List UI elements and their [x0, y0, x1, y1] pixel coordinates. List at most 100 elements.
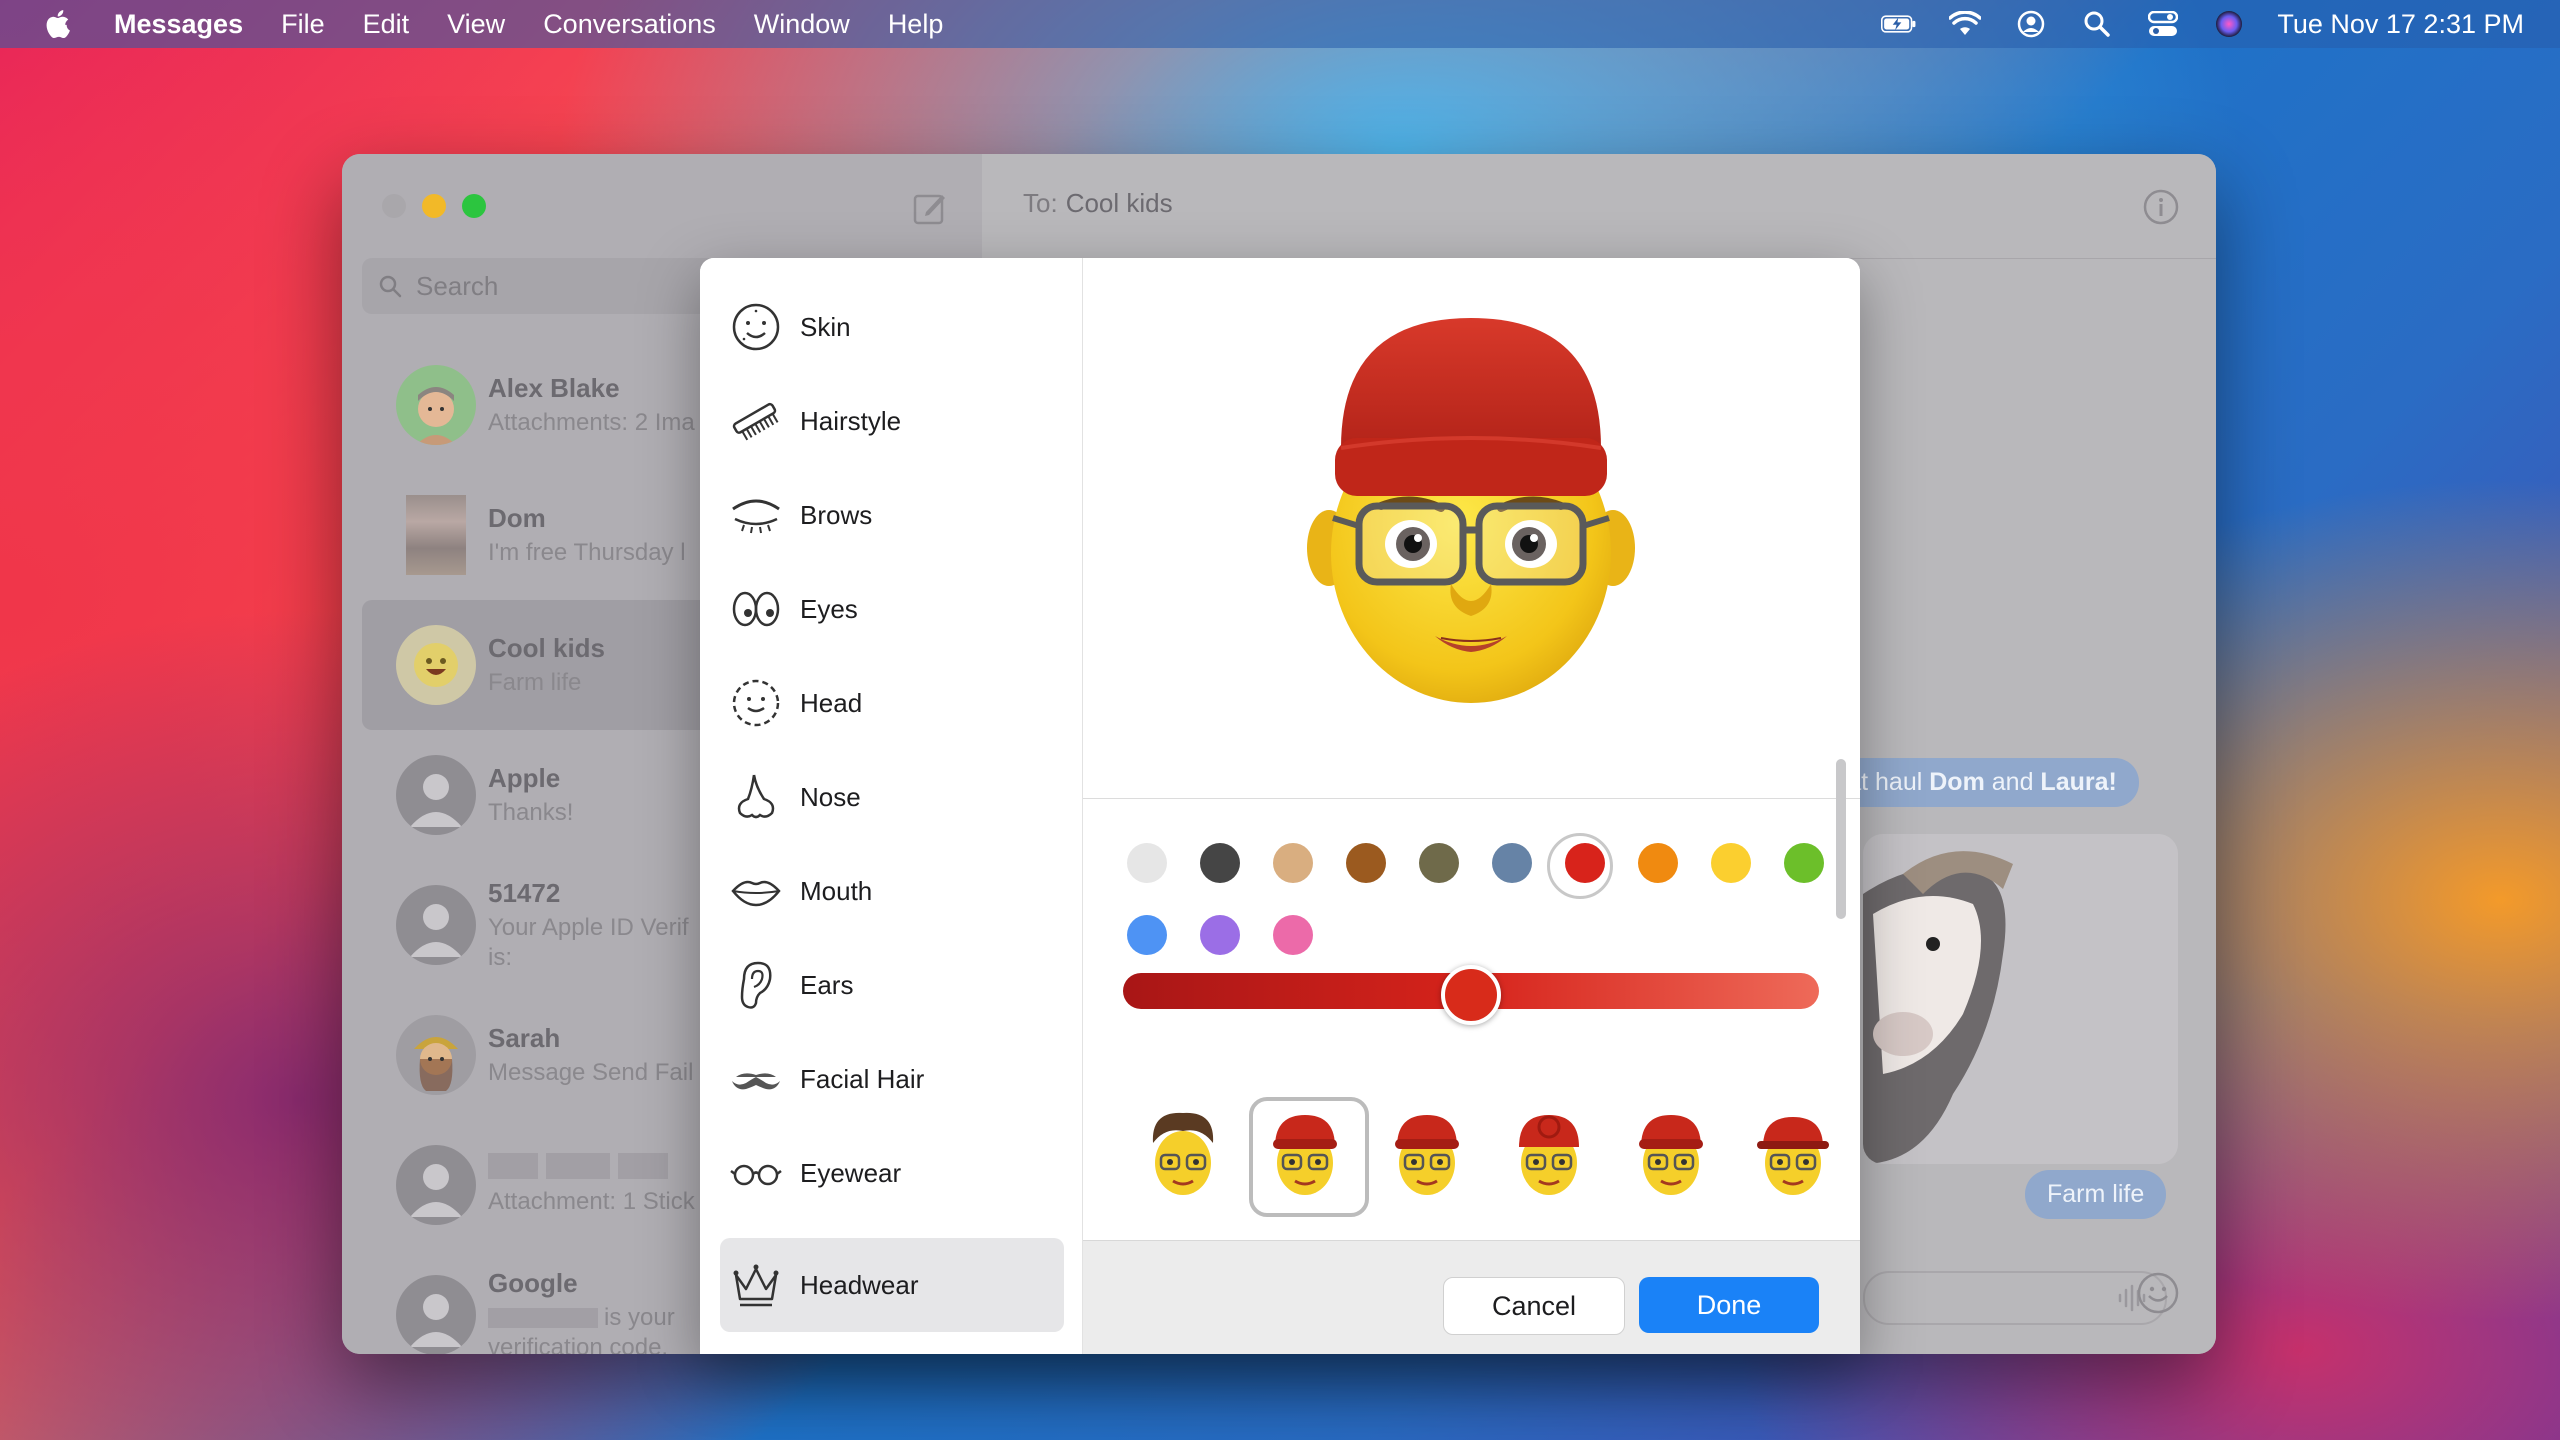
color-swatch[interactable]	[1784, 843, 1824, 883]
compose-icon[interactable]	[912, 190, 948, 226]
color-swatch[interactable]	[1419, 843, 1459, 883]
conversation-preview: Thanks!	[488, 798, 574, 826]
headwear-thumbnail	[1273, 1115, 1337, 1195]
mention-dom: Dom	[1929, 768, 1985, 796]
category-skin[interactable]: Skin	[720, 280, 1064, 374]
menu-app-name[interactable]: Messages	[114, 9, 243, 40]
category-eyes[interactable]: Eyes	[720, 562, 1064, 656]
ear-icon	[730, 959, 782, 1011]
headwear-option[interactable]	[1131, 1101, 1235, 1205]
menu-file[interactable]: File	[281, 9, 325, 40]
color-swatch[interactable]	[1200, 843, 1240, 883]
color-swatch[interactable]	[1492, 843, 1532, 883]
headwear-thumbnail	[1757, 1117, 1829, 1195]
menu-edit[interactable]: Edit	[363, 9, 410, 40]
category-brows[interactable]: Brows	[720, 468, 1064, 562]
conversation-preview: I'm free Thursday l	[488, 538, 686, 566]
color-swatch[interactable]	[1273, 843, 1313, 883]
category-mouth[interactable]: Mouth	[720, 844, 1064, 938]
mention-laura: Laura!	[2040, 768, 2117, 796]
category-headwear[interactable]: Headwear	[720, 1238, 1064, 1332]
memoji-editor: Skin Hairstyle Brows Eyes Head Nose Mout…	[700, 258, 1860, 1354]
color-swatch[interactable]	[1200, 915, 1240, 955]
apple-logo-icon[interactable]	[42, 7, 76, 41]
headwear-option-selected[interactable]	[1249, 1097, 1369, 1217]
cow-photo	[1863, 834, 2178, 1164]
battery-charging-icon[interactable]	[1881, 8, 1917, 40]
color-swatch[interactable]	[1127, 843, 1167, 883]
category-hairstyle[interactable]: Hairstyle	[720, 374, 1064, 468]
category-eyewear[interactable]: Eyewear	[720, 1126, 1064, 1220]
color-swatch[interactable]	[1127, 915, 1167, 955]
slider-knob[interactable]	[1441, 965, 1501, 1025]
close-button[interactable]	[382, 194, 406, 218]
headwear-thumbnail	[1639, 1115, 1703, 1195]
conversation-preview: is your	[488, 1303, 675, 1333]
category-label: Brows	[800, 499, 873, 530]
message-bubble[interactable]: Farm life	[2025, 1170, 2167, 1219]
conversation-preview: Farm life	[488, 668, 582, 696]
conversation-preview-line2: is:	[488, 943, 512, 971]
headwear-options-panel	[1083, 759, 1860, 1239]
lips-icon	[730, 865, 782, 917]
conversation-name: Apple	[488, 762, 561, 793]
color-swatch[interactable]	[1711, 843, 1751, 883]
nose-icon	[730, 771, 782, 823]
menu-help[interactable]: Help	[888, 9, 944, 40]
conversation-name: Google	[488, 1267, 578, 1298]
category-label: Facial Hair	[800, 1063, 925, 1094]
menu-window[interactable]: Window	[754, 9, 850, 40]
window-controls	[382, 194, 486, 218]
crown-icon	[730, 1259, 782, 1311]
memoji-avatar	[1307, 318, 1635, 703]
menu-clock[interactable]: Tue Nov 17 2:31 PM	[2277, 9, 2524, 40]
recipient-field[interactable]: To: Cool kids	[1023, 188, 1173, 219]
search-placeholder: Search	[416, 270, 499, 301]
menu-view[interactable]: View	[447, 9, 505, 40]
color-swatch[interactable]	[1565, 843, 1605, 883]
category-label: Eyewear	[800, 1157, 902, 1188]
conversation-name: 51472	[488, 877, 561, 908]
editor-footer: Cancel Done	[1083, 1240, 1860, 1354]
category-ears[interactable]: Ears	[720, 938, 1064, 1032]
spotlight-search-icon[interactable]	[2079, 8, 2115, 40]
message-input[interactable]	[1863, 1271, 2167, 1325]
category-label: Mouth	[800, 875, 873, 906]
category-list: Skin Hairstyle Brows Eyes Head Nose Mout…	[700, 258, 1083, 1354]
info-icon[interactable]	[2142, 188, 2180, 226]
conversation-name-redacted	[488, 1153, 695, 1179]
category-nose[interactable]: Nose	[720, 750, 1064, 844]
zoom-button[interactable]	[462, 194, 486, 218]
photo-attachment[interactable]	[1863, 834, 2178, 1164]
control-center-icon[interactable]	[2145, 8, 2181, 40]
minimize-button[interactable]	[422, 194, 446, 218]
emoji-icon[interactable]	[2136, 1271, 2180, 1315]
cancel-button[interactable]: Cancel	[1443, 1277, 1625, 1335]
conversation-preview-line2: verification code.	[488, 1333, 669, 1355]
done-button[interactable]: Done	[1639, 1277, 1819, 1333]
headwear-thumbnail	[1395, 1115, 1459, 1195]
headwear-option[interactable]	[1619, 1101, 1723, 1205]
user-icon[interactable]	[2013, 8, 2049, 40]
headwear-option[interactable]	[1741, 1101, 1845, 1205]
color-swatch[interactable]	[1346, 843, 1386, 883]
scrollbar[interactable]	[1836, 759, 1846, 919]
category-label: Eyes	[800, 593, 858, 624]
color-swatch[interactable]	[1638, 843, 1678, 883]
category-label: Skin	[800, 311, 851, 342]
headwear-option[interactable]	[1375, 1101, 1479, 1205]
category-facial-hair[interactable]: Facial Hair	[720, 1032, 1064, 1126]
headwear-option[interactable]	[1497, 1101, 1601, 1205]
headwear-thumbnail	[1519, 1115, 1579, 1195]
wifi-icon[interactable]	[1947, 8, 1983, 40]
category-head[interactable]: Head	[720, 656, 1064, 750]
siri-icon[interactable]	[2211, 8, 2247, 40]
avatar	[396, 1275, 476, 1354]
color-swatch[interactable]	[1273, 915, 1313, 955]
face-outline-icon	[730, 301, 782, 353]
conversation-preview: Your Apple ID Verif	[488, 913, 689, 941]
conversation-name: Cool kids	[488, 632, 606, 663]
menu-conversations[interactable]: Conversations	[543, 9, 716, 40]
eyebrow-icon	[730, 489, 782, 541]
avatar	[396, 365, 476, 445]
